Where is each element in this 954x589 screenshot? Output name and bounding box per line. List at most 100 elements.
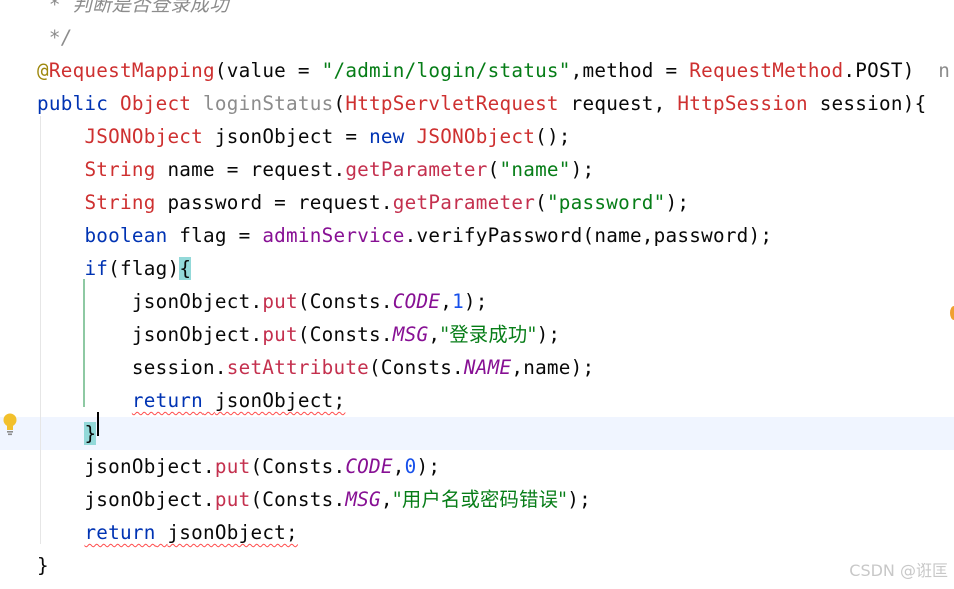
code-line[interactable]: session.setAttribute(Consts.NAME,name); <box>0 351 954 384</box>
lightbulb-icon[interactable] <box>2 412 18 436</box>
code-token: , <box>392 455 405 478</box>
code-token: flag = <box>167 224 263 247</box>
code-token: if <box>84 257 109 280</box>
code-token: getParameter <box>392 191 536 214</box>
code-token: * 判断是否登录成功 <box>37 0 229 16</box>
code-text: JSONObject jsonObject = new JSONObject()… <box>37 120 571 153</box>
code-token: ( <box>333 92 346 115</box>
code-token: HttpSession <box>677 92 808 115</box>
code-token: , <box>440 290 453 313</box>
code-line[interactable]: public Object loginStatus(HttpServletReq… <box>0 87 954 120</box>
code-token: MSG <box>345 488 381 511</box>
code-text: * 判断是否登录成功 <box>37 0 229 21</box>
code-line[interactable]: String password = request.getParameter("… <box>0 186 954 219</box>
code-token: , <box>428 323 441 346</box>
code-token: 0 <box>404 455 417 478</box>
code-line[interactable]: @RequestMapping(value = "/admin/login/st… <box>0 54 954 87</box>
code-token: (flag) <box>108 257 180 280</box>
code-line[interactable]: String name = request.getParameter("name… <box>0 153 954 186</box>
code-line[interactable]: JSONObject jsonObject = new JSONObject()… <box>0 120 954 153</box>
code-token: String <box>84 191 156 214</box>
code-token: put <box>262 290 298 313</box>
code-token: { <box>179 257 192 280</box>
code-token: CODE <box>345 455 393 478</box>
code-text: session.setAttribute(Consts.NAME,name); <box>37 351 594 384</box>
code-token: RequestMethod <box>689 59 844 82</box>
code-text: } <box>37 417 97 450</box>
code-text: jsonObject.put(Consts.CODE,1); <box>37 285 488 318</box>
code-token: jsonObject. <box>37 455 215 478</box>
code-line[interactable]: boolean flag = adminService.verifyPasswo… <box>0 219 954 252</box>
code-text: jsonObject.put(Consts.MSG,"用户名或密码错误"); <box>37 483 591 516</box>
watermark: CSDN @诳匡 <box>849 561 948 580</box>
code-token: boolean <box>84 224 168 247</box>
code-text: String name = request.getParameter("name… <box>37 153 594 186</box>
code-token: (Consts. <box>369 356 464 379</box>
code-token: (); <box>535 125 571 148</box>
code-token: request, <box>558 92 678 115</box>
code-text: } <box>37 549 49 582</box>
code-token: (value = <box>214 59 322 82</box>
code-text: String password = request.getParameter("… <box>37 186 689 219</box>
code-token: name = request. <box>155 158 346 181</box>
code-token: Object <box>120 92 204 115</box>
code-token: } <box>37 554 49 577</box>
code-token: adminService <box>262 224 405 247</box>
code-token: jsonObject; <box>214 389 346 412</box>
code-token: RequestMapping <box>48 59 215 82</box>
code-line[interactable]: jsonObject.put(Consts.MSG,"登录成功"); <box>0 318 954 351</box>
code-text: if(flag){ <box>37 252 192 285</box>
code-token: getParameter <box>345 158 488 181</box>
code-token: .POST) <box>843 59 939 82</box>
code-line[interactable]: return jsonObject; <box>0 516 954 549</box>
code-text: return jsonObject; <box>37 516 298 549</box>
code-line[interactable]: if(flag){ <box>0 252 954 285</box>
code-token: ( <box>535 191 547 214</box>
code-line[interactable]: } <box>0 417 954 450</box>
code-token: public <box>37 92 121 115</box>
indent-guide <box>40 116 41 544</box>
code-text: jsonObject.put(Consts.MSG,"登录成功"); <box>37 318 560 351</box>
code-token: jsonObject. <box>37 290 263 313</box>
code-token: (Consts. <box>250 455 346 478</box>
code-token: ,method = <box>570 59 690 82</box>
code-line[interactable]: jsonObject.put(Consts.CODE,0); <box>0 450 954 483</box>
code-token: return <box>131 389 204 412</box>
code-line[interactable]: return jsonObject; <box>0 384 954 417</box>
code-token: } <box>84 422 97 445</box>
code-token: ,name); <box>511 356 595 379</box>
code-token: ); <box>665 191 690 214</box>
code-text: */ <box>37 21 73 54</box>
code-token: String <box>84 158 156 181</box>
code-line[interactable]: } <box>0 549 954 582</box>
code-token: CODE <box>392 290 441 313</box>
code-token: session. <box>37 356 227 379</box>
code-line[interactable]: jsonObject.put(Consts.CODE,1); <box>0 285 954 318</box>
code-token: (Consts. <box>297 323 393 346</box>
code-token: (Consts. <box>297 290 393 313</box>
inspection-mark-icon[interactable] <box>950 306 954 320</box>
code-token: put <box>214 455 251 478</box>
code-token: ); <box>416 455 441 478</box>
code-line[interactable]: * 判断是否登录成功 <box>0 0 954 21</box>
code-token: loginStatus <box>203 92 334 115</box>
code-token: setAttribute <box>226 356 370 379</box>
code-text: jsonObject.put(Consts.CODE,0); <box>37 450 440 483</box>
code-token: jsonObject. <box>37 323 263 346</box>
code-token: new <box>369 125 417 148</box>
code-token: @ <box>37 59 49 82</box>
code-line[interactable]: */ <box>0 21 954 54</box>
code-editor[interactable]: * 判断是否登录成功 */ @RequestMapping(value = "/a… <box>0 0 954 589</box>
code-line[interactable]: jsonObject.put(Consts.MSG,"用户名或密码错误"); <box>0 483 954 516</box>
code-text: @RequestMapping(value = "/admin/login/st… <box>37 54 950 87</box>
code-token: MSG <box>392 323 429 346</box>
code-token: jsonObject = <box>203 125 370 148</box>
code-token: return <box>84 521 156 544</box>
code-token: put <box>214 488 251 511</box>
